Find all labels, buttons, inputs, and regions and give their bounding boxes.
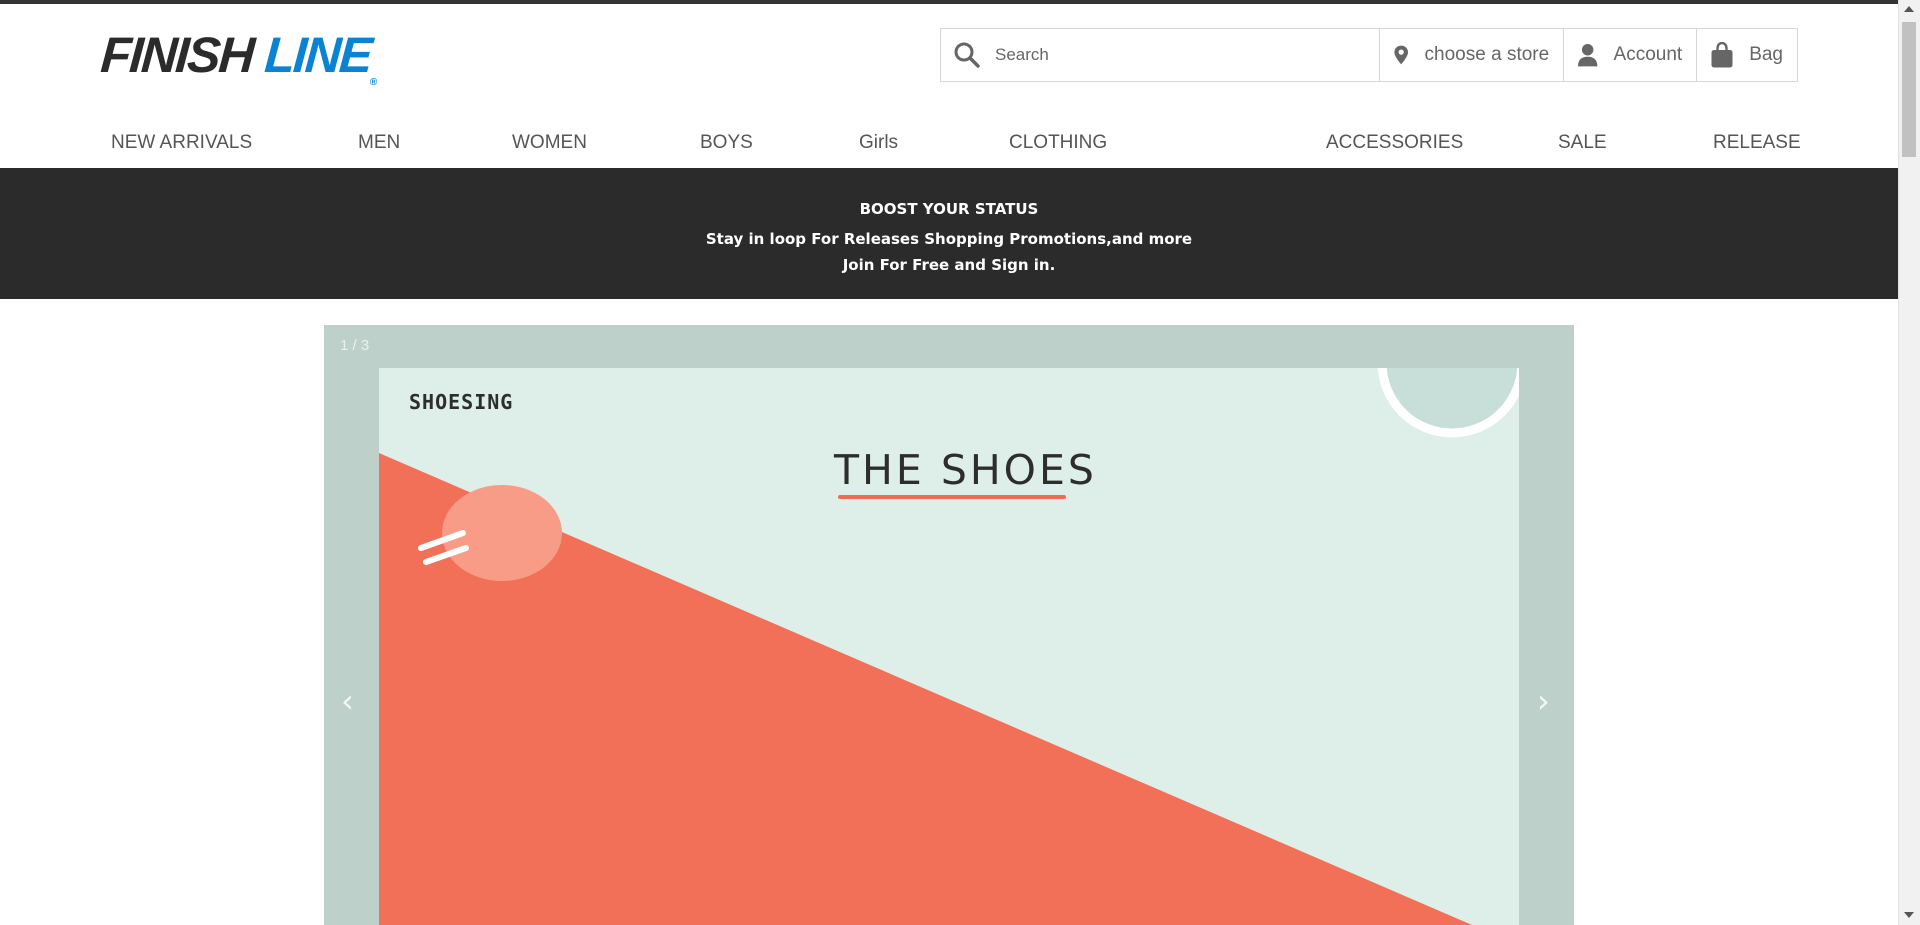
bag-label: Bag (1749, 44, 1783, 65)
slide-headline: THE SHOES (834, 446, 1097, 494)
nav-boys[interactable]: BOYS (700, 132, 753, 154)
carousel-prev-button[interactable]: ‹ (341, 685, 354, 717)
nav-sale[interactable]: SALE (1558, 132, 1607, 154)
scroll-down-arrow[interactable] (1904, 912, 1914, 918)
slide-brand: SHOESING (409, 390, 514, 414)
carousel-slide[interactable]: SHOESING THE SHOES (379, 368, 1519, 925)
logo-line-text: LINE (262, 27, 373, 83)
top-border (0, 0, 1920, 4)
search-icon[interactable] (954, 42, 980, 68)
hero-carousel: 1 / 3 SHOESING THE SHOES ‹ › (324, 325, 1574, 925)
account-label: Account (1613, 44, 1683, 65)
slide-ring-shape (1377, 368, 1519, 438)
finish-line-logo[interactable]: FINISH LINE® (99, 27, 381, 88)
account-button[interactable]: Account (1564, 29, 1698, 81)
nav-accessories[interactable]: ACCESSORIES (1326, 132, 1463, 154)
slide-counter: 1 / 3 (340, 337, 370, 354)
user-icon (1578, 44, 1598, 67)
carousel-next-button[interactable]: › (1537, 685, 1550, 717)
logo-finish-text: FINISH (99, 27, 255, 83)
location-pin-icon (1394, 45, 1409, 65)
promo-signin-text: Join For Free and Sign in. (842, 256, 1056, 274)
headline-underline (838, 495, 1066, 499)
promo-banner[interactable]: BOOST YOUR STATUS Stay in loop For Relea… (0, 168, 1898, 299)
nav-girls[interactable]: Girls (859, 132, 898, 154)
utility-bar: choose a store Account Bag (940, 28, 1798, 82)
search-input[interactable] (995, 45, 1375, 65)
page-scrollbar[interactable] (1898, 0, 1920, 925)
choose-store-label: choose a store (1424, 44, 1550, 65)
bag-button[interactable]: Bag (1697, 29, 1797, 81)
nav-women[interactable]: WOMEN (512, 132, 587, 154)
nav-clothing[interactable]: CLOTHING (1009, 132, 1107, 154)
scroll-up-arrow[interactable] (1904, 6, 1914, 12)
promo-text: Stay in loop For Releases Shopping Promo… (705, 230, 1193, 248)
promo-title: BOOST YOUR STATUS (859, 200, 1039, 218)
main-navigation: NEW ARRIVALS MEN WOMEN BOYS Girls CLOTHI… (0, 120, 1898, 168)
nav-men[interactable]: MEN (358, 132, 400, 154)
logo-registered-mark: ® (369, 77, 378, 88)
search-box[interactable] (941, 29, 1381, 81)
nav-new-arrivals[interactable]: NEW ARRIVALS (111, 132, 252, 154)
scroll-thumb[interactable] (1902, 22, 1916, 157)
shopping-bag-icon (1711, 42, 1733, 68)
nav-release[interactable]: RELEASE (1713, 132, 1801, 154)
choose-store-button[interactable]: choose a store (1380, 29, 1565, 81)
